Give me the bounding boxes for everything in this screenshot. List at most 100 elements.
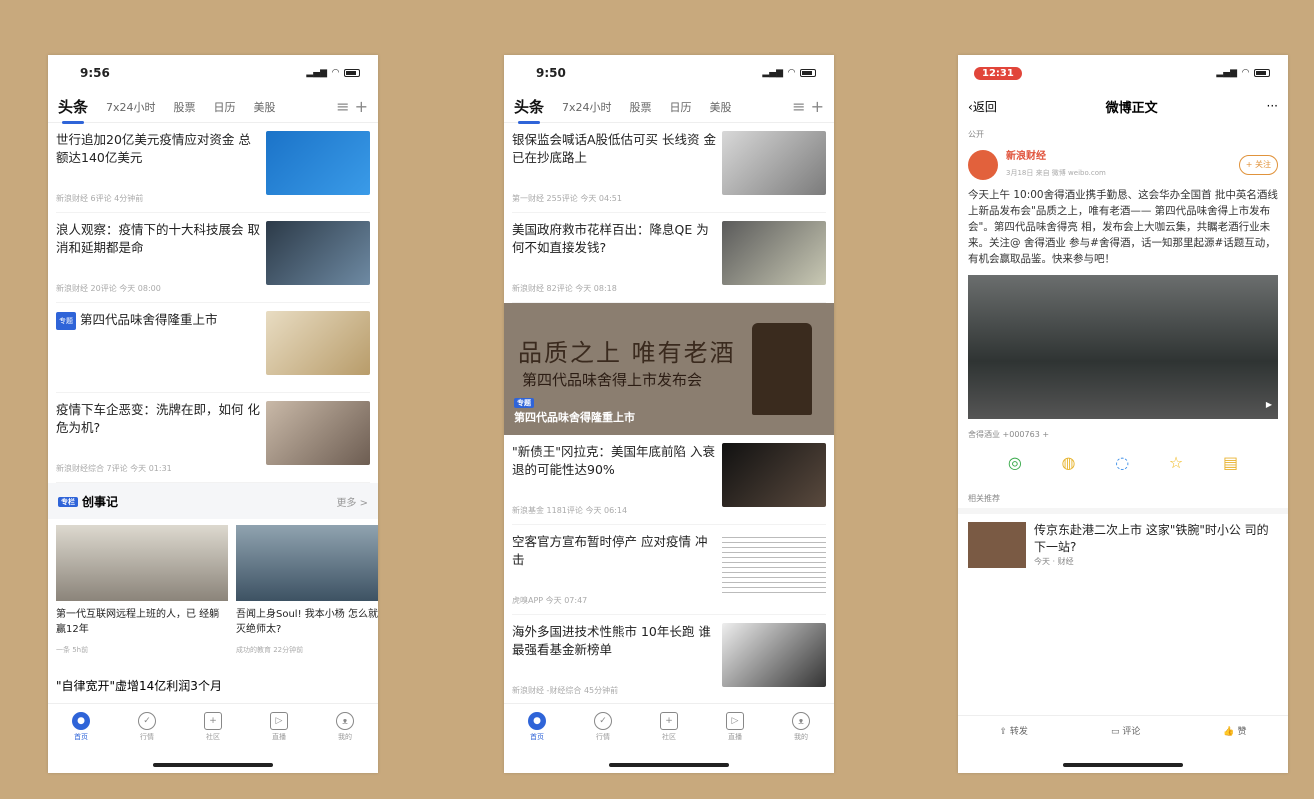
article-title: 世行追加20亿美元疫情应对资金 总额达140亿美元 <box>56 132 251 165</box>
topic-line[interactable]: 舍得酒业 +000763 + <box>968 427 1278 443</box>
tab-stocks[interactable]: 股票 <box>630 99 652 115</box>
battery-icon <box>1254 69 1270 77</box>
section-title: 创事记 <box>82 494 119 509</box>
article-thumbnail <box>722 533 826 597</box>
card-meta: 一条 5h前 <box>56 646 89 654</box>
avatar[interactable] <box>968 150 998 180</box>
list-item[interactable]: 美国政府救市花样百出：降息QE 为何不如直接发钱? 新浪财经 82评论 今天 08… <box>512 213 826 303</box>
add-channel-icon[interactable]: ≡ + <box>792 97 824 116</box>
tab-us-stocks[interactable]: 美股 <box>710 99 732 115</box>
add-channel-icon[interactable]: ≡ + <box>336 97 368 116</box>
status-time: 9:50 <box>536 66 566 80</box>
play-icon: ▶ <box>1265 400 1272 409</box>
back-button[interactable]: ‹返回 <box>968 98 997 115</box>
copy-icon[interactable]: ▤ <box>1223 455 1238 471</box>
tab-stocks[interactable]: 股票 <box>174 99 196 115</box>
wifi-icon: ◠ <box>788 68 795 78</box>
article-title: 银保监会喊话A股低估可买 长线资 金已在抄底路上 <box>512 132 716 165</box>
list-item[interactable]: 海外多国进技术性熊市 10年长跑 谁最强看基金新榜单 新浪财经 -财经综合 45分… <box>512 615 826 705</box>
nav-home[interactable]: ● 首页 <box>528 712 546 773</box>
more-icon[interactable]: ··· <box>1267 99 1278 113</box>
article-thumbnail <box>266 221 370 285</box>
more-link[interactable]: 更多 > <box>336 494 368 509</box>
article-title: 美国政府救市花样百出：降息QE 为何不如直接发钱? <box>512 222 709 255</box>
article-title[interactable]: "自律宽开"虚增14亿利润3个月 <box>56 669 370 694</box>
article-meta: 新浪财经 -财经综合 45分钟前 <box>512 686 619 695</box>
tab-us-stocks[interactable]: 美股 <box>254 99 276 115</box>
article-thumbnail <box>722 221 826 285</box>
article-meta: 新浪财经 20评论 今天 08:00 <box>56 284 161 293</box>
status-time: 9:56 <box>80 66 110 80</box>
share-row: ◎ ◍ ◌ ☆ ▤ <box>968 443 1278 483</box>
action-bar: ⇪ 转发 ▭ 评论 👍 赞 <box>958 715 1288 745</box>
topic-tag: 专题 <box>514 398 534 408</box>
card-image <box>236 525 378 601</box>
page-title: 微博正文 <box>1105 100 1158 116</box>
video-player[interactable]: ▶ <box>968 275 1278 419</box>
nav-me[interactable]: ᴥ 我的 <box>792 712 810 773</box>
article-thumbnail <box>722 623 826 687</box>
weibo-header: ‹返回 微博正文 ··· <box>958 91 1288 121</box>
list-item[interactable]: "新债王"冈拉克：美国年底前陷 入衰退的可能性达90% 新浪基金 1181评论 今… <box>512 435 826 525</box>
article-title: 浪人观察：疫情下的十大科技展会 取消和延期都是命 <box>56 222 260 255</box>
article-meta: 新浪财经综合 7评论 今天 01:31 <box>56 464 172 473</box>
wifi-icon: ◠ <box>1242 68 1249 78</box>
list-item[interactable]: 空客官方宣布暂时停产 应对疫情 冲击 虎嗅APP 今天 07:47 <box>512 525 826 615</box>
user-icon: ᴥ <box>792 712 810 730</box>
column-card[interactable]: 吾闻上身Soul! 我本小杨 怎么就活成了灭绝师太? 成功的教育 22分钟前 <box>236 525 378 669</box>
check-icon: ✓ <box>594 712 612 730</box>
list-item[interactable]: 浪人观察：疫情下的十大科技展会 取消和延期都是命新浪财经 20评论 今天 08:… <box>56 213 370 303</box>
section-tag: 专栏 <box>58 497 78 507</box>
list-item[interactable]: 银保监会喊话A股低估可买 长线资 金已在抄底路上第一财经 255评论 今天 04… <box>512 123 826 213</box>
star-icon[interactable]: ☆ <box>1169 455 1183 471</box>
repost-button[interactable]: ⇪ 转发 <box>1000 724 1028 737</box>
play-icon: ▷ <box>270 712 288 730</box>
wechat-icon[interactable]: ◎ <box>1008 455 1022 471</box>
phone-screen-1: 9:56 ▂▄▆ ◠ 头条 7x24小时 股票 日历 美股 ≡ + 世行追加20亿… <box>48 55 378 773</box>
tab-24h[interactable]: 7x24小时 <box>106 99 156 115</box>
phone-screen-2: 9:50 ▂▄▆ ◠ 头条 7x24小时 股票 日历 美股 ≡ + 银保监会喊话A… <box>504 55 834 773</box>
article-meta: 第一财经 255评论 今天 04:51 <box>512 194 622 203</box>
status-bar: 9:50 ▂▄▆ ◠ <box>504 55 834 91</box>
list-item[interactable]: 疫情下车企恶变：洗牌在即，如何 化危为机? 新浪财经综合 7评论 今天 01:31 <box>56 393 370 483</box>
promo-banner[interactable]: 品质之上 唯有老酒 第四代品味舍得上市发布会 专题 第四代品味舍得隆重上市 <box>504 303 834 435</box>
author-name[interactable]: 新浪财经 <box>1006 149 1106 165</box>
signal-icon: ▂▄▆ <box>306 68 328 78</box>
phone-screen-3: 12:31 ▂▄▆ ◠ ‹返回 微博正文 ··· 公开 新浪财经 3月18日 来自 … <box>958 55 1288 773</box>
article-thumbnail <box>722 131 826 195</box>
related-item[interactable]: 传京东赴港二次上市 这家"铁腕"时小公 司的下一站? 今天 · 财经 <box>958 508 1288 576</box>
banner-label: 第四代品味舍得隆重上市 <box>514 411 635 424</box>
community-icon: + <box>660 712 678 730</box>
like-button[interactable]: 👍 赞 <box>1223 724 1246 737</box>
card-title: 第一代互联网远程上班的人，已 经躺赢12年 <box>56 609 220 635</box>
moments-icon[interactable]: ◍ <box>1062 455 1076 471</box>
article-thumbnail <box>266 131 370 195</box>
visibility-label: 公开 <box>968 130 984 139</box>
comment-button[interactable]: ▭ 评论 <box>1111 724 1140 737</box>
topic-tag: 专题 <box>56 311 76 330</box>
tab-calendar[interactable]: 日历 <box>670 99 692 115</box>
channel-tabs: 头条 7x24小时 股票 日历 美股 ≡ + <box>48 91 378 124</box>
check-icon: ✓ <box>138 712 156 730</box>
play-icon: ▷ <box>726 712 744 730</box>
article-meta: 新浪财经 82评论 今天 08:18 <box>512 284 617 293</box>
tab-headlines[interactable]: 头条 <box>58 96 88 124</box>
related-meta: 今天 · 财经 <box>1034 557 1074 566</box>
article-thumbnail <box>722 443 826 507</box>
post-author: 新浪财经 3月18日 来自 微博 weibo.com + 关注 <box>968 149 1278 181</box>
list-item[interactable]: 世行追加20亿美元疫情应对资金 总额达140亿美元 新浪财经 6评论 4分钟前 <box>56 123 370 213</box>
home-indicator <box>1063 763 1183 767</box>
tab-24h[interactable]: 7x24小时 <box>562 99 612 115</box>
column-card[interactable]: 第一代互联网远程上班的人，已 经躺赢12年 一条 5h前 <box>56 525 228 669</box>
follow-button[interactable]: + 关注 <box>1238 155 1278 175</box>
section-header: 专栏 创事记 更多 > <box>48 483 378 519</box>
article-meta: 新浪基金 1181评论 今天 06:14 <box>512 506 628 515</box>
nav-me[interactable]: ᴥ 我的 <box>336 712 354 773</box>
banner-title: 品质之上 唯有老酒 <box>518 339 736 367</box>
tab-headlines[interactable]: 头条 <box>514 96 544 124</box>
qq-icon[interactable]: ◌ <box>1115 455 1129 471</box>
nav-home[interactable]: ● 首页 <box>72 712 90 773</box>
tab-calendar[interactable]: 日历 <box>214 99 236 115</box>
article-title: 空客官方宣布暂时停产 应对疫情 冲击 <box>512 534 708 567</box>
list-item[interactable]: 专题 第四代品味舍得隆重上市 <box>56 303 370 393</box>
